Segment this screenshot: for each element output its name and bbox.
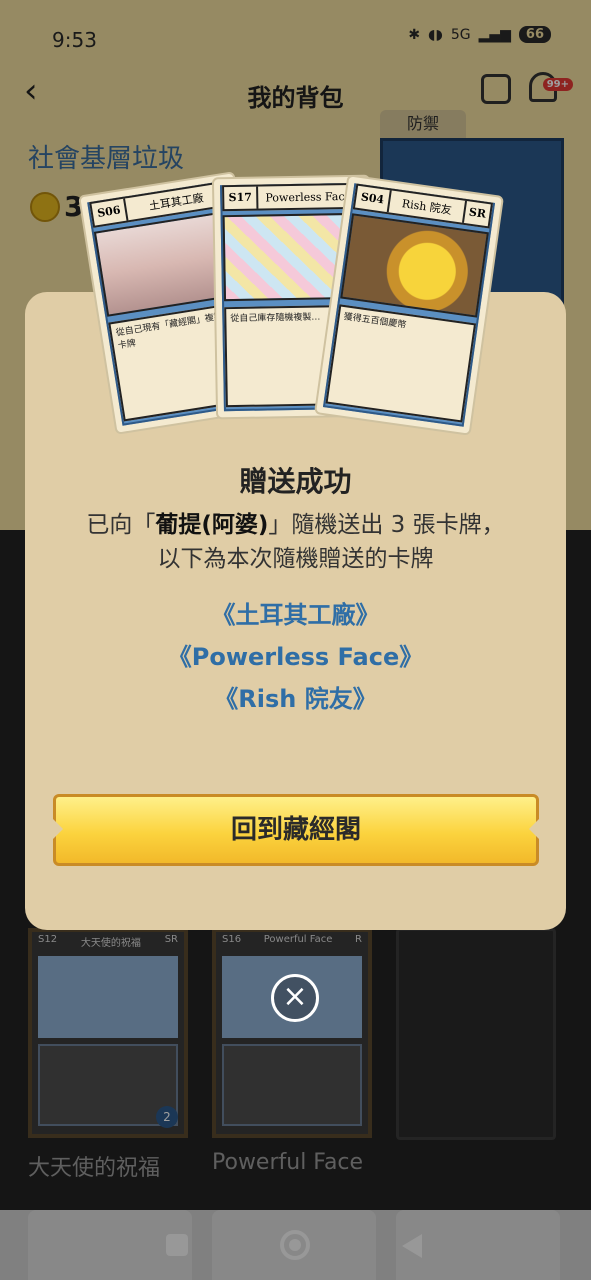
recipient-name: 葡提(阿婆) bbox=[155, 512, 269, 538]
card-description: 獲得五百個慶幣 bbox=[325, 304, 477, 423]
card-header: S17 Powerless Face bbox=[222, 182, 361, 212]
close-dialog-button[interactable]: × bbox=[271, 974, 319, 1022]
card-rarity: SR bbox=[461, 200, 491, 227]
message-line2: 以下為本次隨機贈送的卡牌 bbox=[157, 546, 434, 572]
dialog-title: 贈送成功 bbox=[239, 465, 352, 498]
card-code: S04 bbox=[355, 185, 392, 213]
card-code: S06 bbox=[91, 198, 129, 226]
sent-card-name: 《土耳其工廠》 bbox=[211, 601, 380, 629]
card-code: S17 bbox=[224, 186, 259, 210]
gift-card: S04 Rish 院友 SR 獲得五百個慶幣 bbox=[313, 174, 505, 436]
sent-card-name: 《Rish 院友》 bbox=[214, 685, 377, 713]
sent-card-name: 《Powerless Face》 bbox=[167, 643, 424, 671]
message-prefix: 已向「 bbox=[86, 512, 156, 538]
return-to-library-button[interactable]: 回到藏經閣 bbox=[53, 794, 539, 866]
dialog-message: 已向「葡提(阿婆)」隨機送出 3 張卡牌， 以下為本次隨機贈送的卡牌 bbox=[25, 508, 566, 576]
close-icon: × bbox=[282, 979, 308, 1014]
sent-card-list: 《土耳其工廠》 《Powerless Face》 《Rish 院友》 bbox=[25, 594, 566, 720]
message-suffix: 」隨機送出 3 張卡牌， bbox=[268, 512, 505, 538]
card-title: Rish 院友 bbox=[401, 197, 453, 217]
